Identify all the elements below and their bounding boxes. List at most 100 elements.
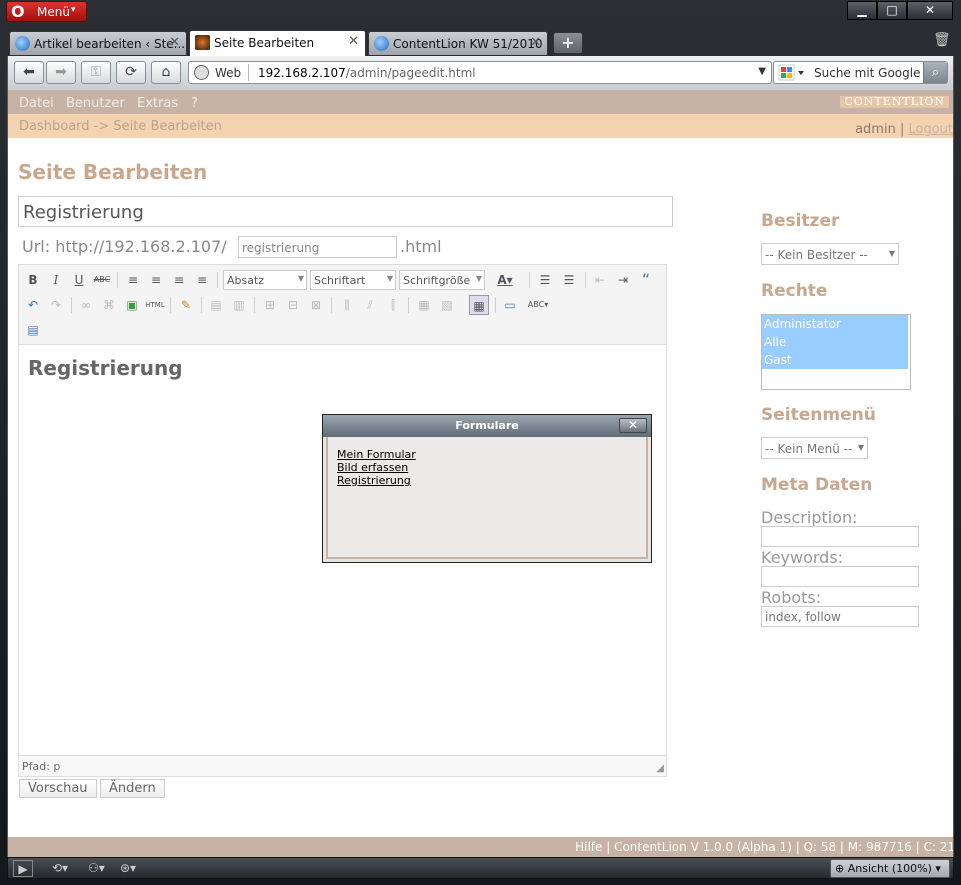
col-before-icon[interactable]: ⫼ [337, 295, 357, 315]
page-menu-select[interactable]: -- Kein Menü -- ▼ [761, 437, 868, 459]
rights-option-alle[interactable]: Alle [762, 333, 908, 351]
new-tab-button[interactable]: + [553, 32, 583, 54]
chevron-down-icon[interactable]: ▼ [758, 66, 766, 77]
undo-icon[interactable]: ↶ [23, 295, 43, 315]
fullscreen-icon[interactable]: ▭ [500, 295, 520, 315]
search-icon[interactable]: ⌕ [923, 62, 947, 83]
tab-label: ContentLion KW 51/2010 [393, 37, 543, 51]
align-center-icon[interactable]: ≡ [146, 270, 166, 290]
outdent-icon[interactable]: ⇤ [590, 270, 610, 290]
forward-button[interactable]: ➡ [46, 61, 76, 84]
chevron-down-icon: ▾ [935, 862, 941, 875]
blockquote-icon[interactable]: “ [636, 270, 656, 290]
maximize-button[interactable]: □ [877, 1, 907, 20]
italic-icon[interactable]: I [46, 270, 66, 290]
menu-item-extras[interactable]: Extras [137, 96, 178, 111]
link-icon[interactable]: ∞ [76, 295, 96, 315]
indent-icon[interactable]: ⇥ [613, 270, 633, 290]
merge-cells-icon[interactable]: ▦ [414, 295, 434, 315]
save-button[interactable]: Ändern [100, 779, 165, 798]
table-icon[interactable]: ▦ [469, 295, 489, 315]
page-title-input[interactable]: Registrierung [18, 196, 673, 227]
close-window-button[interactable]: ✕ [907, 1, 953, 20]
template-icon[interactable]: ▤ [23, 320, 43, 340]
description-input[interactable] [761, 526, 919, 547]
row-insert-icon[interactable]: ⊞ [260, 295, 280, 315]
menu-item-benutzer[interactable]: Benutzer [66, 96, 125, 111]
tab-close-icon[interactable]: ✕ [169, 35, 180, 50]
resize-handle-icon[interactable]: ◢ [656, 763, 664, 774]
tab-label: Seite Bearbeiten [214, 36, 315, 50]
favicon-icon [195, 35, 210, 50]
google-icon[interactable] [778, 64, 808, 81]
address-bar[interactable]: Web 192.168.2.107/admin/pageedit.html ▼ [188, 61, 772, 84]
opera-menu-button[interactable]: O Menü ▾ [6, 1, 87, 22]
unlink-icon[interactable]: ⌘ [99, 295, 119, 315]
menu-item-help[interactable]: ? [191, 96, 198, 111]
align-right-icon[interactable]: ≡ [169, 270, 189, 290]
format-select[interactable]: Absatz ▼ [223, 270, 307, 290]
rights-listbox[interactable]: Administator Alle Gast [761, 314, 911, 390]
preview-button[interactable]: Vorschau [19, 779, 97, 798]
address-url[interactable]: 192.168.2.107/admin/pageedit.html [258, 66, 476, 80]
reload-button[interactable]: ⟳ [116, 61, 146, 84]
spellcheck-icon[interactable]: ABC▾ [523, 295, 553, 315]
align-justify-icon[interactable]: ≡ [192, 270, 212, 290]
bold-icon[interactable]: B [23, 270, 43, 290]
tab-close-icon[interactable]: ✕ [348, 34, 359, 49]
wand-key-icon[interactable]: ⚿ [81, 61, 111, 84]
tab-artikel-bearbeiten[interactable]: Artikel bearbeiten ‹ Ste... ✕ [9, 31, 187, 55]
chevron-down-icon: ▼ [857, 443, 864, 452]
back-button[interactable]: ⬅ [14, 61, 44, 84]
form-edit-icon[interactable]: ✎ [176, 295, 196, 315]
size-select[interactable]: Schriftgröße ▼ [399, 270, 485, 290]
zoom-label: Ansicht (100%) [847, 862, 932, 875]
font-select[interactable]: Schriftart ▼ [310, 270, 396, 290]
align-left-icon[interactable]: ≡ [123, 270, 143, 290]
panel-toggle-icon[interactable]: ▶ [13, 860, 33, 877]
content-heading[interactable]: Registrierung [28, 356, 183, 380]
url-slug-input[interactable]: registrierung [238, 236, 397, 258]
numbered-list-icon[interactable]: ☰ [559, 270, 579, 290]
keywords-input[interactable] [761, 566, 919, 587]
image-icon[interactable]: ▣ [122, 295, 142, 315]
search-box[interactable]: Suche mit Google ⌕ [773, 61, 948, 84]
tab-close-icon[interactable]: ✕ [530, 35, 541, 50]
search-input[interactable]: Suche mit Google [814, 66, 920, 80]
unite-icon[interactable]: ⚇▾ [88, 860, 105, 877]
owner-select[interactable]: -- Kein Besitzer -- ▼ [761, 243, 899, 265]
tab-contentlion-kw[interactable]: ContentLion KW 51/2010 ✕ [368, 31, 548, 55]
editor-status-path: Pfad: p ◢ [19, 755, 666, 776]
home-button[interactable]: ⌂ [151, 61, 181, 84]
turbo-icon[interactable]: ⊛▾ [120, 860, 136, 877]
table-col-icon[interactable]: ▥ [229, 295, 249, 315]
redo-icon[interactable]: ↷ [46, 295, 66, 315]
text-color-icon[interactable]: A▾ [495, 270, 515, 290]
col-after-icon[interactable]: ⫽ [360, 295, 380, 315]
strikethrough-icon[interactable]: ABC [92, 270, 112, 290]
minimize-button[interactable]: ▁ [847, 1, 877, 20]
html-icon[interactable]: HTML [145, 295, 165, 315]
tab-seite-bearbeiten[interactable]: Seite Bearbeiten ✕ [189, 30, 366, 56]
owner-select-value: -- Kein Besitzer -- [765, 248, 868, 262]
robots-input[interactable]: index, follow [761, 606, 919, 627]
rights-option-gast[interactable]: Gast [762, 351, 908, 369]
dialog-close-button[interactable]: ✕ [619, 418, 647, 433]
rights-option-administator[interactable]: Administator [762, 315, 908, 333]
zoom-control[interactable]: ⊕ Ansicht (100%) ▾ [830, 859, 950, 878]
form-link-mein-formular[interactable]: Mein Formular [337, 448, 416, 461]
form-link-registrierung[interactable]: Registrierung [337, 474, 411, 487]
split-cells-icon[interactable]: ▧ [437, 295, 457, 315]
menu-item-datei[interactable]: Datei [19, 96, 54, 111]
row-delete-icon[interactable]: ⊠ [306, 295, 326, 315]
row-after-icon[interactable]: ⊟ [283, 295, 303, 315]
trash-icon[interactable]: 🗑 [933, 32, 951, 52]
sync-icon[interactable]: ⟲▾ [52, 860, 68, 877]
logout-link[interactable]: Logout [908, 122, 953, 137]
forms-dialog: Formulare ✕ Mein Formular Bild erfassen … [322, 414, 652, 563]
col-delete-icon[interactable]: ⫿ [383, 295, 403, 315]
bullet-list-icon[interactable]: ☰ [535, 270, 555, 290]
table-row-icon[interactable]: ▤ [206, 295, 226, 315]
underline-icon[interactable]: U [69, 270, 89, 290]
form-link-bild-erfassen[interactable]: Bild erfassen [337, 461, 408, 474]
